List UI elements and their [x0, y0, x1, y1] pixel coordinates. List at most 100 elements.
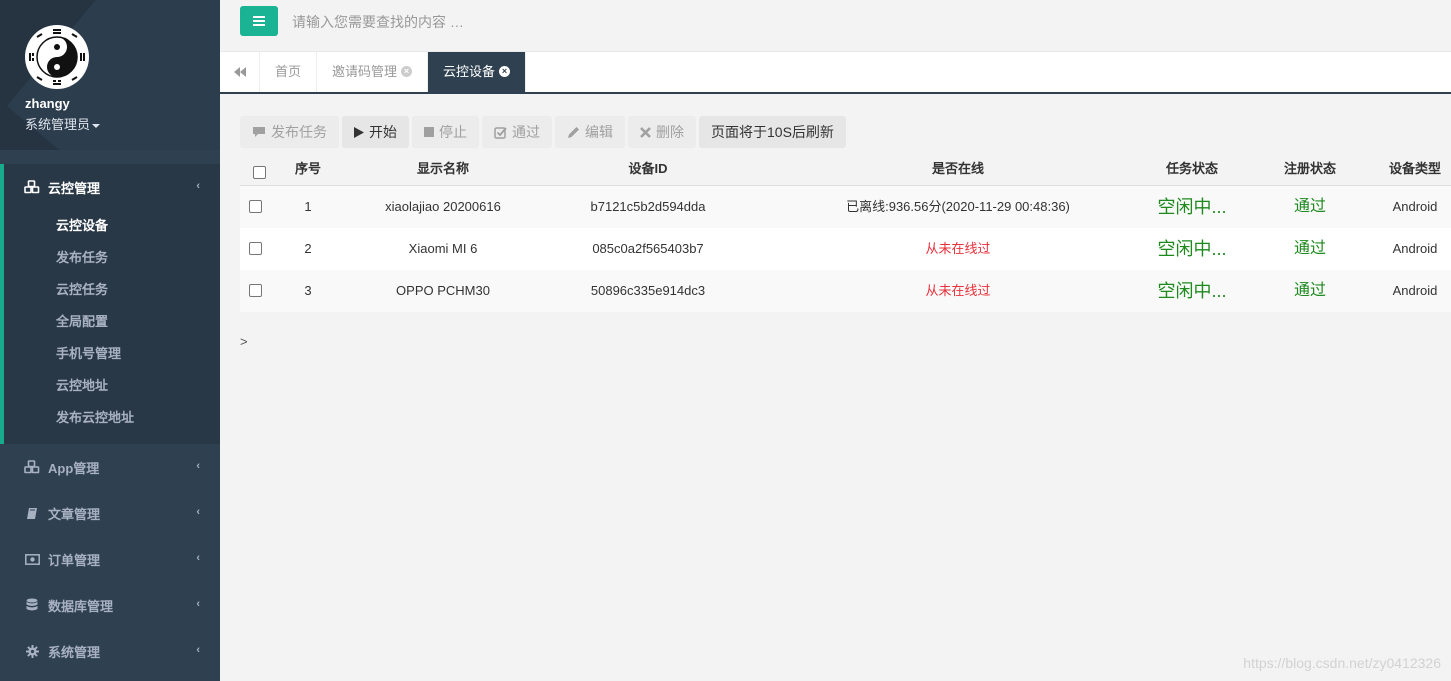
gear-icon — [24, 643, 40, 659]
submenu-item-phone-numbers[interactable]: 手机号管理 — [56, 342, 134, 374]
submenu-item-global-config[interactable]: 全局配置 — [56, 310, 134, 342]
tab-label: 首页 — [275, 64, 302, 79]
tab-invite-codes[interactable]: 邀请码管理 × — [317, 52, 429, 92]
menu-label: 云控管理 — [48, 180, 101, 196]
submenu-item-cloud-tasks[interactable]: 云控任务 — [56, 278, 134, 310]
menu-orders[interactable]: 订单管理 ‹ — [0, 536, 220, 582]
cell-index: 3 — [304, 283, 312, 298]
role-label: 系统管理员 — [25, 117, 91, 132]
cell-task-status: 空闲中... — [1157, 281, 1227, 301]
header-device-type[interactable]: 设备类型 — [1375, 152, 1451, 185]
cell-reg-status: 通过 — [1293, 240, 1326, 257]
button-label: 页面将于10S后刷新 — [711, 124, 834, 140]
header-index[interactable]: 序号 — [278, 152, 338, 185]
cell-task-status: 空闲中... — [1157, 197, 1227, 217]
times-icon — [640, 126, 651, 138]
menu-label: 系统管理 — [48, 644, 101, 660]
avatar[interactable] — [25, 25, 89, 89]
button-label: 通过 — [512, 124, 540, 140]
cell-device-id: b7121c5b2d594dda — [590, 199, 706, 214]
header-online[interactable]: 是否在线 — [788, 152, 1128, 185]
main-content: 发布任务 开始 停止 通过 编辑 删除 页面将于10S后刷新 序号 显示名称 设… — [220, 94, 1451, 681]
menu-app[interactable]: App管理 ‹ — [0, 444, 220, 490]
cell-device-type: Android — [1392, 283, 1438, 298]
submenu-item-publish-task[interactable]: 发布任务 — [56, 246, 134, 278]
sidebar: zhangy 系统管理员 云控管理 ‹ 云控设备 发布任务 云控任务 全局配置 … — [0, 0, 220, 681]
close-icon[interactable]: × — [499, 66, 511, 78]
device-table: 序号 显示名称 设备ID 是否在线 任务状态 注册状态 设备类型 1 xiaol… — [240, 152, 1451, 312]
cell-online: 从未在线过 — [925, 283, 991, 298]
role-dropdown[interactable]: 系统管理员 — [25, 114, 101, 133]
cell-index: 2 — [304, 241, 312, 256]
search-input[interactable] — [292, 8, 692, 36]
publish-task-button[interactable]: 发布任务 — [240, 116, 339, 148]
cell-reg-status: 通过 — [1293, 198, 1326, 215]
button-label: 发布任务 — [271, 124, 327, 140]
menu-database[interactable]: 数据库管理 ‹ — [0, 582, 220, 628]
select-all-checkbox[interactable] — [253, 166, 266, 179]
table-row[interactable]: 3 OPPO PCHM30 50896c335e914dc3 从未在线过 空闲中… — [240, 270, 1451, 312]
start-button[interactable]: 开始 — [342, 116, 409, 148]
submenu-item-cloud-address[interactable]: 云控地址 — [56, 374, 134, 406]
header-reg-status[interactable]: 注册状态 — [1270, 152, 1350, 185]
chevron-left-icon: ‹ — [196, 460, 200, 472]
bars-icon — [253, 16, 265, 26]
cell-name: xiaolajiao 20200616 — [385, 199, 501, 214]
submenu-item-cloud-devices[interactable]: 云控设备 — [56, 214, 134, 246]
header-task-status[interactable]: 任务状态 — [1132, 152, 1252, 185]
cubes-icon — [24, 179, 40, 195]
close-icon[interactable]: × — [401, 66, 413, 78]
header-device-id[interactable]: 设备ID — [558, 152, 738, 185]
table-row[interactable]: 1 xiaolajiao 20200616 b7121c5b2d594dda 已… — [240, 186, 1451, 228]
table-header: 序号 显示名称 设备ID 是否在线 任务状态 注册状态 设备类型 — [240, 152, 1451, 186]
approve-button[interactable]: 通过 — [482, 116, 552, 148]
menu-system[interactable]: 系统管理 ‹ — [0, 628, 220, 674]
tab-home[interactable]: 首页 — [260, 52, 318, 92]
tab-bar: 首页 邀请码管理 × 云控设备 × — [220, 52, 1451, 94]
cell-reg-status: 通过 — [1293, 282, 1326, 299]
tab-label: 邀请码管理 — [332, 64, 398, 79]
submenu: 云控设备 发布任务 云控任务 全局配置 手机号管理 云控地址 发布云控地址 — [56, 214, 134, 438]
chevron-left-icon: ‹ — [196, 552, 200, 564]
profile-panel: zhangy 系统管理员 — [0, 0, 220, 150]
button-label: 停止 — [439, 124, 467, 140]
tab-scroll-left-button[interactable] — [220, 52, 260, 92]
row-checkbox[interactable] — [249, 200, 262, 213]
watermark: https://blog.csdn.net/zy0412326 — [1243, 655, 1441, 671]
cell-online: 从未在线过 — [925, 241, 991, 256]
caret-down-icon — [92, 123, 101, 128]
menu-articles[interactable]: 文章管理 ‹ — [0, 490, 220, 536]
check-square-icon — [494, 126, 507, 139]
cell-device-type: Android — [1392, 241, 1438, 256]
refresh-notice-button[interactable]: 页面将于10S后刷新 — [699, 116, 846, 148]
edit-button[interactable]: 编辑 — [555, 116, 625, 148]
chevron-left-icon: ‹ — [196, 644, 200, 656]
pager-next-link[interactable]: > — [240, 334, 248, 349]
stop-button[interactable]: 停止 — [412, 116, 479, 148]
cell-device-id: 085c0a2f565403b7 — [592, 241, 704, 256]
submenu-item-publish-cloud-address[interactable]: 发布云控地址 — [56, 406, 134, 438]
delete-button[interactable]: 删除 — [628, 116, 696, 148]
header-name[interactable]: 显示名称 — [358, 152, 528, 185]
book-icon — [24, 505, 40, 521]
tab-cloud-devices[interactable]: 云控设备 × — [428, 52, 527, 92]
username: zhangy — [25, 96, 70, 111]
cell-device-id: 50896c335e914dc3 — [590, 283, 706, 298]
money-icon — [24, 551, 40, 567]
chevron-left-icon: ‹ — [196, 598, 200, 610]
menu-label: 订单管理 — [48, 552, 101, 568]
menu-toggle-button[interactable] — [240, 6, 278, 36]
row-checkbox[interactable] — [249, 242, 262, 255]
cell-device-type: Android — [1392, 199, 1438, 214]
cell-online: 已离线:936.56分(2020-11-29 00:48:36) — [846, 199, 1070, 214]
cell-name: Xiaomi MI 6 — [408, 241, 478, 256]
row-checkbox[interactable] — [249, 284, 262, 297]
menu-group-cloud-control: 云控管理 ‹ 云控设备 发布任务 云控任务 全局配置 手机号管理 云控地址 发布… — [0, 164, 220, 444]
table-row[interactable]: 2 Xiaomi MI 6 085c0a2f565403b7 从未在线过 空闲中… — [240, 228, 1451, 270]
button-label: 编辑 — [585, 124, 613, 140]
pencil-icon — [567, 126, 580, 139]
yin-yang-icon — [27, 27, 87, 87]
menu-cloud-control[interactable]: 云控管理 ‹ — [0, 164, 220, 210]
menu-label: App管理 — [48, 460, 100, 476]
menu-label: 数据库管理 — [48, 598, 114, 614]
